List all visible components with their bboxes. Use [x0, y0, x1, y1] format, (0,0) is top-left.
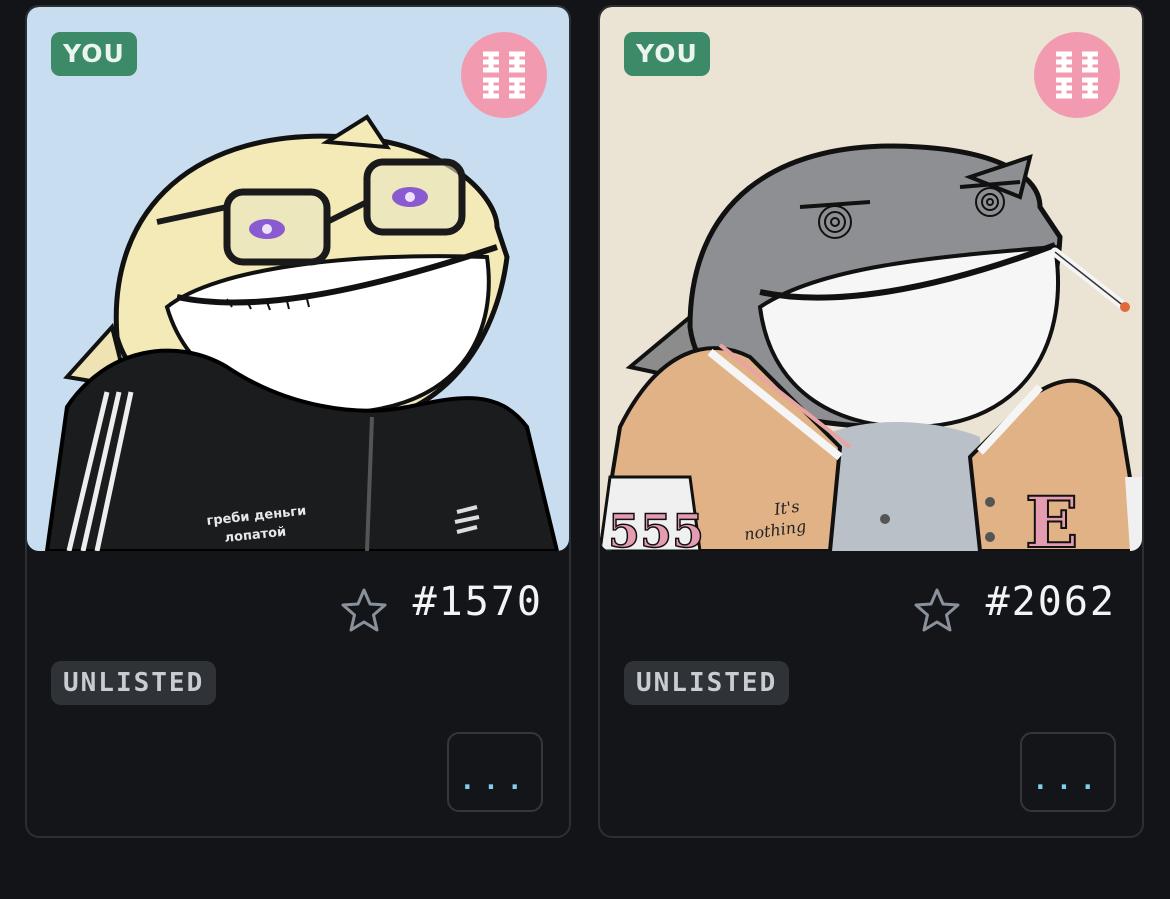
nft-card[interactable]: греби деньги лопатой YOU #1570 UNLISTED: [25, 5, 571, 838]
favorite-star-icon[interactable]: [339, 585, 389, 635]
token-id: #2062: [985, 579, 1116, 625]
favorite-star-icon[interactable]: [912, 585, 962, 635]
owner-badge: YOU: [51, 32, 137, 76]
token-id: #1570: [412, 579, 543, 625]
nft-grid: греби деньги лопатой YOU #1570 UNLISTED: [0, 0, 1170, 899]
more-options-button[interactable]: ...: [1020, 732, 1116, 812]
status-badge: UNLISTED: [51, 661, 217, 705]
sleeve-number: 555: [608, 504, 704, 551]
status-badge: UNLISTED: [624, 661, 790, 705]
owner-badge: YOU: [624, 32, 710, 76]
nft-card[interactable]: 555 E It's nothing YOU #2062 UNLISTED ..…: [598, 5, 1144, 838]
brand-logo-icon: [461, 32, 547, 118]
jacket-print-line1: It's: [772, 497, 801, 519]
more-options-button[interactable]: ...: [447, 732, 543, 812]
jacket-patch-letter: E: [1025, 481, 1078, 551]
brand-logo-icon: [1034, 32, 1120, 118]
